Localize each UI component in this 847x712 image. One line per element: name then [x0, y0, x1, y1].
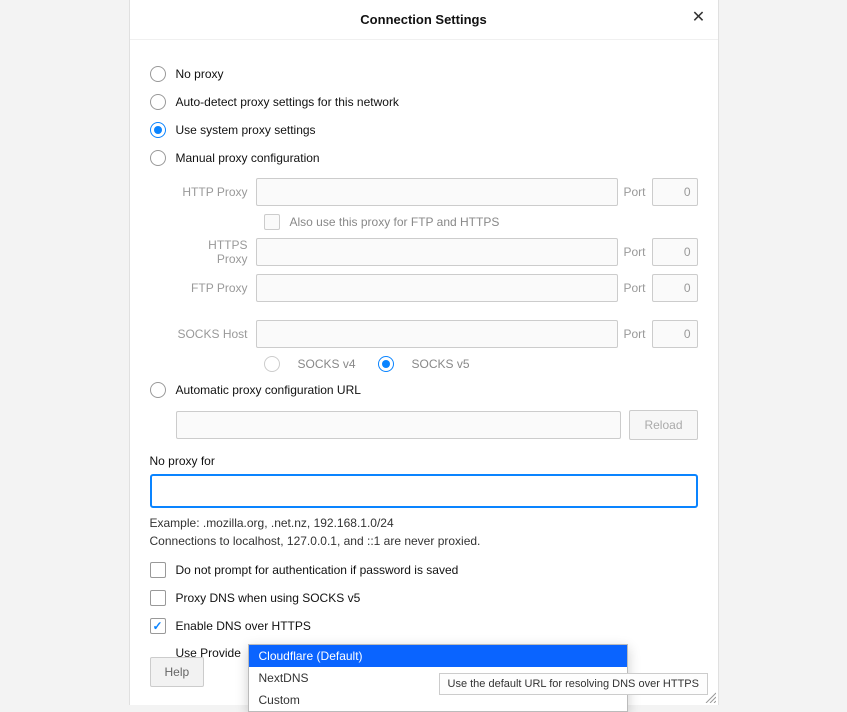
- proxy-option-system[interactable]: Use system proxy settings: [150, 122, 698, 138]
- socks-host-port[interactable]: [652, 320, 698, 348]
- help-button[interactable]: Help: [150, 657, 205, 687]
- ftp-proxy-label: FTP Proxy: [176, 281, 256, 295]
- radio-icon[interactable]: [150, 150, 166, 166]
- provider-dropdown[interactable]: Cloudflare (Default) NextDNS Custom Use …: [248, 644, 628, 712]
- no-proxy-for-input[interactable]: [150, 474, 698, 508]
- radio-icon[interactable]: [150, 66, 166, 82]
- reload-button[interactable]: Reload: [629, 410, 697, 440]
- provider-option-cloudflare[interactable]: Cloudflare (Default): [249, 645, 627, 667]
- ftp-proxy-row: FTP Proxy Port: [176, 274, 698, 302]
- provider-tooltip: Use the default URL for resolving DNS ov…: [439, 673, 708, 695]
- http-proxy-row: HTTP Proxy Port: [176, 178, 698, 206]
- no-proxy-note: Connections to localhost, 127.0.0.1, and…: [150, 534, 698, 548]
- proxy-option-auto-url[interactable]: Automatic proxy configuration URL: [150, 382, 698, 398]
- no-prompt-checkbox[interactable]: [150, 562, 166, 578]
- proxy-dns-checkbox[interactable]: [150, 590, 166, 606]
- port-label: Port: [618, 245, 652, 259]
- proxy-dns-row[interactable]: Proxy DNS when using SOCKS v5: [150, 590, 698, 606]
- radio-icon[interactable]: [150, 122, 166, 138]
- ftp-proxy-port[interactable]: [652, 274, 698, 302]
- port-label: Port: [618, 327, 652, 341]
- port-label: Port: [618, 185, 652, 199]
- socks-version-row: SOCKS v4 SOCKS v5: [264, 356, 698, 372]
- proxy-dns-label: Proxy DNS when using SOCKS v5: [176, 591, 361, 605]
- https-proxy-port[interactable]: [652, 238, 698, 266]
- radio-label: Auto-detect proxy settings for this netw…: [176, 95, 399, 109]
- no-proxy-example: Example: .mozilla.org, .net.nz, 192.168.…: [150, 516, 698, 530]
- enable-doh-checkbox[interactable]: [150, 618, 166, 634]
- dialog-footer: Help: [150, 657, 205, 687]
- also-use-label: Also use this proxy for FTP and HTTPS: [290, 215, 500, 229]
- also-use-checkbox[interactable]: [264, 214, 280, 230]
- enable-doh-label: Enable DNS over HTTPS: [176, 619, 311, 633]
- socks-v4-radio[interactable]: [264, 356, 280, 372]
- connection-settings-dialog: Connection Settings ✕ No proxy Auto-dete…: [129, 0, 719, 705]
- radio-icon[interactable]: [150, 382, 166, 398]
- socks-host-label: SOCKS Host: [176, 327, 256, 341]
- socks-v4-label: SOCKS v4: [298, 357, 356, 371]
- socks-v5-radio[interactable]: [378, 356, 394, 372]
- auto-url-row: Reload: [176, 410, 698, 440]
- also-use-row: Also use this proxy for FTP and HTTPS: [264, 214, 698, 230]
- close-icon[interactable]: ✕: [690, 10, 708, 28]
- socks-v5-label: SOCKS v5: [412, 357, 470, 371]
- https-proxy-row: HTTPS Proxy Port: [176, 238, 698, 266]
- checkboxes-block: Do not prompt for authentication if pass…: [150, 562, 698, 634]
- proxy-option-auto-detect[interactable]: Auto-detect proxy settings for this netw…: [150, 94, 698, 110]
- radio-icon[interactable]: [150, 94, 166, 110]
- radio-label: Use system proxy settings: [176, 123, 316, 137]
- radio-label: No proxy: [176, 67, 224, 81]
- provider-row: Use Provide Cloudflare (Default) NextDNS…: [176, 646, 698, 660]
- proxy-option-manual[interactable]: Manual proxy configuration: [150, 150, 698, 166]
- auto-url-input[interactable]: [176, 411, 622, 439]
- dialog-header: Connection Settings ✕: [130, 0, 718, 40]
- http-proxy-port[interactable]: [652, 178, 698, 206]
- http-proxy-input[interactable]: [256, 178, 618, 206]
- no-prompt-row[interactable]: Do not prompt for authentication if pass…: [150, 562, 698, 578]
- no-prompt-label: Do not prompt for authentication if pass…: [176, 563, 459, 577]
- enable-doh-row[interactable]: Enable DNS over HTTPS: [150, 618, 698, 634]
- dialog-title: Connection Settings: [360, 12, 486, 27]
- port-label: Port: [618, 281, 652, 295]
- radio-label: Automatic proxy configuration URL: [176, 383, 361, 397]
- dialog-content: No proxy Auto-detect proxy settings for …: [130, 40, 718, 705]
- socks-host-row: SOCKS Host Port: [176, 320, 698, 348]
- http-proxy-label: HTTP Proxy: [176, 185, 256, 199]
- radio-label: Manual proxy configuration: [176, 151, 320, 165]
- no-proxy-for-label: No proxy for: [150, 454, 698, 468]
- socks-host-input[interactable]: [256, 320, 618, 348]
- proxy-option-no-proxy[interactable]: No proxy: [150, 66, 698, 82]
- https-proxy-input[interactable]: [256, 238, 618, 266]
- manual-proxy-block: HTTP Proxy Port Also use this proxy for …: [176, 178, 698, 372]
- ftp-proxy-input[interactable]: [256, 274, 618, 302]
- https-proxy-label: HTTPS Proxy: [176, 238, 256, 266]
